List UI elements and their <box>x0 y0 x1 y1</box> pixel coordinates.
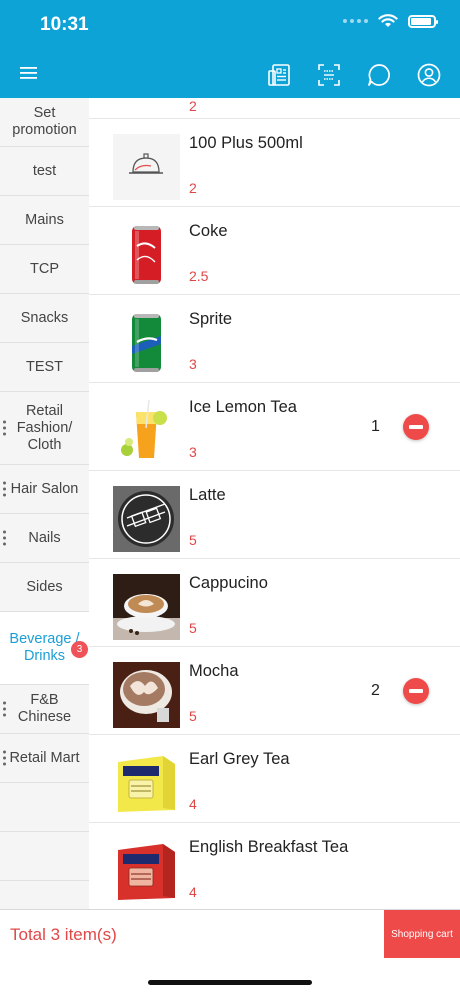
product-item[interactable]: Cappucino 5 <box>89 559 460 647</box>
food-placeholder-icon <box>129 153 163 174</box>
mocha-image <box>113 662 180 728</box>
status-time: 10:31 <box>40 14 89 35</box>
category-retail-fashion[interactable]: Retail Fashion/ Cloth <box>0 392 89 465</box>
product-price: 3 <box>189 356 197 372</box>
decrease-quantity-button[interactable] <box>403 678 429 704</box>
category-hair-salon[interactable]: Hair Salon <box>0 465 89 514</box>
category-set-promotion[interactable]: Set promotion <box>0 98 89 147</box>
product-price: 2 <box>189 180 197 196</box>
product-image <box>113 750 180 816</box>
product-price: 5 <box>189 708 197 724</box>
product-name: Latte <box>189 486 226 504</box>
header-actions <box>264 60 444 90</box>
product-image <box>113 486 180 552</box>
product-name: Ice Lemon Tea <box>189 398 297 416</box>
product-name: 100 Plus 500ml <box>189 134 303 152</box>
product-item[interactable]: Latte 5 <box>89 471 460 559</box>
product-name: Mocha <box>189 662 239 680</box>
scan-button[interactable] <box>314 60 344 90</box>
product-item[interactable]: Coke 2.5 <box>89 207 460 295</box>
sold-out-stamp-image <box>113 486 180 552</box>
ice-lemon-tea-image <box>121 399 167 458</box>
product-item[interactable]: Sprite 3 <box>89 295 460 383</box>
decrease-quantity-button[interactable] <box>403 414 429 440</box>
product-image <box>113 662 180 728</box>
category-test[interactable]: test <box>0 147 89 196</box>
product-item[interactable]: Ice Lemon Tea 3 1 <box>89 383 460 471</box>
battery-icon <box>408 14 438 28</box>
cart-quantity: 2 <box>371 682 380 699</box>
product-image <box>113 310 180 376</box>
category-sidebar: Set promotion test Mains TCP Snacks TEST… <box>0 98 89 910</box>
product-item[interactable]: Earl Grey Tea 4 <box>89 735 460 823</box>
user-profile-icon <box>417 63 441 87</box>
receipt-icon <box>268 64 290 86</box>
menu-button[interactable] <box>18 62 40 84</box>
product-name: Coke <box>189 222 228 240</box>
category-snacks[interactable]: Snacks <box>0 294 89 343</box>
top-bar: 10:31 <box>0 0 460 98</box>
wifi-icon <box>378 14 398 27</box>
product-image <box>113 398 180 464</box>
sprite-can-image <box>132 314 161 372</box>
product-name: Sprite <box>189 310 233 328</box>
cart-quantity: 1 <box>371 418 380 435</box>
cellular-signal-icon <box>343 19 368 23</box>
category-beverage-drinks[interactable]: Beverage / Drinks 3 <box>0 612 89 685</box>
category-count-badge: 3 <box>71 641 88 658</box>
product-price: 3 <box>189 444 197 460</box>
earl-grey-box-image <box>118 756 175 812</box>
category-nails[interactable]: Nails <box>0 514 89 563</box>
category-empty-slot <box>0 832 89 881</box>
product-price: 2 <box>189 98 197 114</box>
product-image <box>113 574 180 640</box>
cart-total-label: Total 3 item(s) <box>10 925 117 944</box>
chat-icon <box>368 64 390 86</box>
drag-handle-icon[interactable] <box>3 481 6 497</box>
product-price: 4 <box>189 796 197 812</box>
product-item[interactable]: English Breakfast Tea 4 <box>89 823 460 910</box>
product-name: Earl Grey Tea <box>189 750 290 768</box>
list-item-partial[interactable]: 2 <box>89 98 460 119</box>
category-test-upper[interactable]: TEST <box>0 343 89 392</box>
profile-button[interactable] <box>414 60 444 90</box>
category-sides[interactable]: Sides <box>0 563 89 612</box>
hamburger-menu-icon <box>20 67 37 79</box>
english-breakfast-box-image <box>118 844 175 900</box>
cart-summary-bar: Total 3 item(s) Shopping cart <box>0 909 460 958</box>
category-empty-slot <box>0 783 89 832</box>
home-indicator[interactable] <box>148 980 312 985</box>
cappuccino-image <box>113 574 180 640</box>
drag-handle-icon[interactable] <box>3 420 6 436</box>
category-retail-mart[interactable]: Retail Mart <box>0 734 89 783</box>
category-fb-chinese[interactable]: F&B Chinese <box>0 685 89 734</box>
coke-can-image <box>132 226 161 284</box>
product-list: 2 100 Plus 500ml 2 Coke 2.5 Sprite 3 Ice… <box>89 98 460 910</box>
product-name: English Breakfast Tea <box>189 838 349 856</box>
product-price: 5 <box>189 620 197 636</box>
product-price: 2.5 <box>189 268 209 284</box>
chat-button[interactable] <box>364 60 394 90</box>
product-image <box>113 838 180 904</box>
receipt-button[interactable] <box>264 60 294 90</box>
product-item[interactable]: Mocha 5 2 <box>89 647 460 735</box>
drag-handle-icon[interactable] <box>3 530 6 546</box>
drag-handle-icon[interactable] <box>3 750 6 766</box>
product-image <box>113 222 180 288</box>
shopping-cart-button[interactable]: Shopping cart <box>384 910 460 958</box>
product-name: Cappucino <box>189 574 268 592</box>
status-icons <box>343 14 438 28</box>
category-tcp[interactable]: TCP <box>0 245 89 294</box>
barcode-scan-icon <box>318 64 340 86</box>
category-mains[interactable]: Mains <box>0 196 89 245</box>
drag-handle-icon[interactable] <box>3 701 6 717</box>
product-price: 4 <box>189 884 197 900</box>
product-price: 5 <box>189 532 197 548</box>
product-item[interactable]: 100 Plus 500ml 2 <box>89 119 460 207</box>
product-image <box>113 134 180 200</box>
